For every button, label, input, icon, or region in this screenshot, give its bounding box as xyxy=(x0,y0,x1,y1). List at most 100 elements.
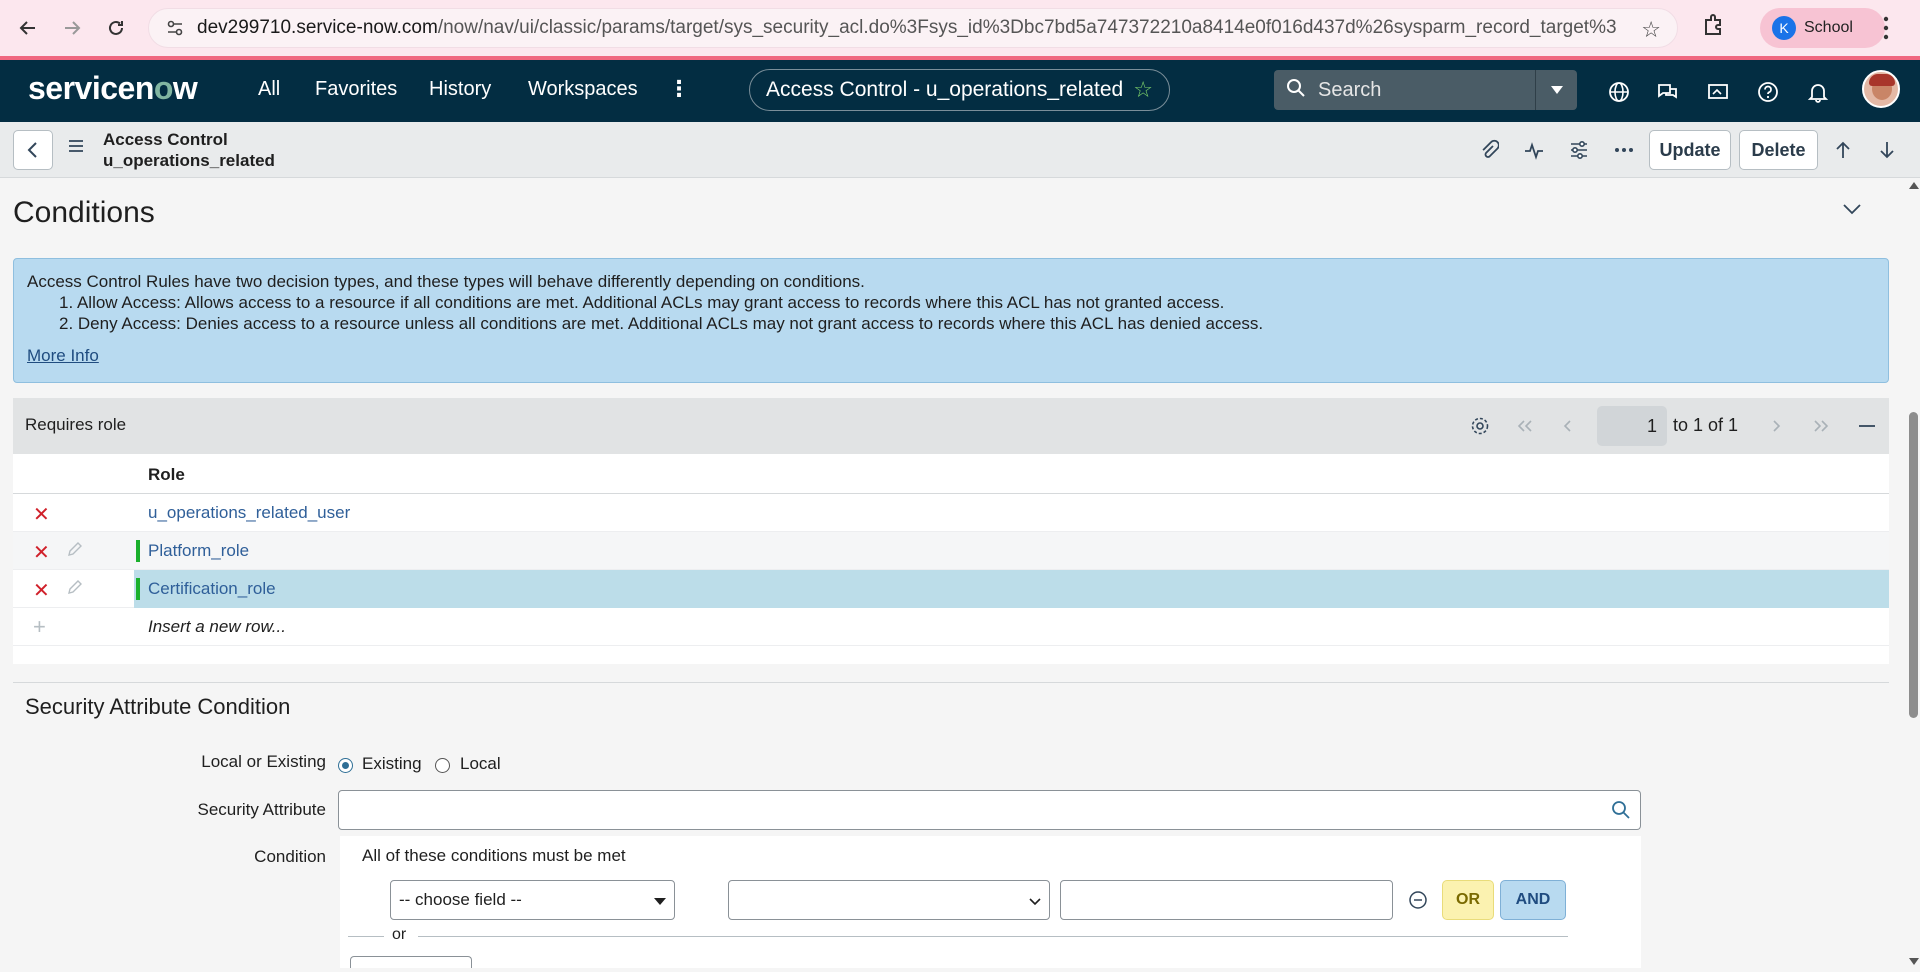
condition-value-input[interactable] xyxy=(1060,880,1393,920)
search-placeholder: Search xyxy=(1318,78,1382,101)
chat-icon[interactable] xyxy=(1654,78,1682,106)
choose-field-select[interactable]: -- choose field -- xyxy=(390,880,675,920)
or-separator-text: or xyxy=(392,926,407,943)
notifications-bell-icon[interactable] xyxy=(1804,78,1832,106)
page-number-input[interactable]: 1 xyxy=(1597,406,1667,446)
remove-condition-icon[interactable] xyxy=(1408,890,1428,915)
last-page-icon[interactable] xyxy=(1809,414,1833,438)
activity-icon[interactable] xyxy=(1520,136,1548,164)
context-title: Access Control - u_operations_related xyxy=(766,78,1124,101)
next-record-icon[interactable] xyxy=(1873,136,1901,164)
browser-toolbar: dev299710.service-now.com/now/nav/ui/cla… xyxy=(0,0,1920,60)
nav-favorites[interactable]: Favorites xyxy=(315,78,397,101)
existing-radio[interactable] xyxy=(338,758,353,773)
nav-more-icon[interactable]: ⋮ xyxy=(668,76,690,102)
reload-icon[interactable] xyxy=(96,8,136,48)
role-column-header[interactable]: Role xyxy=(13,454,1889,494)
previous-record-icon[interactable] xyxy=(1829,136,1857,164)
scroll-thumb[interactable] xyxy=(1909,412,1918,718)
page-scrollbar[interactable] xyxy=(1906,178,1920,968)
profile-label: School xyxy=(1804,19,1853,36)
security-attribute-label: Security Attribute xyxy=(197,800,326,819)
favorite-star-icon[interactable]: ☆ xyxy=(1133,77,1153,103)
next-page-icon[interactable] xyxy=(1765,414,1789,438)
previous-page-icon[interactable] xyxy=(1555,414,1579,438)
security-attribute-input[interactable] xyxy=(338,790,1603,830)
nav-history[interactable]: History xyxy=(429,78,491,101)
nav-all[interactable]: All xyxy=(258,78,280,101)
info-item-allow: 1. Allow Access: Allows access to a reso… xyxy=(59,293,1225,312)
operator-select[interactable] xyxy=(728,880,1050,920)
delete-row-icon[interactable]: ✕ xyxy=(33,540,50,565)
and-button[interactable]: AND xyxy=(1500,880,1566,920)
selected-cell-highlight xyxy=(134,570,1889,608)
choose-field-value: -- choose field -- xyxy=(399,890,522,909)
role-link[interactable]: Certification_role xyxy=(148,579,276,599)
conditions-heading: Conditions xyxy=(13,196,155,229)
role-column-label: Role xyxy=(148,465,185,484)
forward-arrow-icon[interactable] xyxy=(52,8,92,48)
related-list-header: Requires role 1 to 1 of 1 xyxy=(13,398,1889,454)
scroll-up-icon[interactable] xyxy=(1909,182,1919,189)
edit-pencil-icon[interactable] xyxy=(67,579,83,600)
existing-radio-label[interactable]: Existing xyxy=(362,754,422,774)
collapse-chevron-icon[interactable] xyxy=(1842,202,1862,220)
new-row-indicator xyxy=(136,540,140,562)
role-link[interactable]: u_operations_related_user xyxy=(148,503,350,523)
delete-row-icon[interactable]: ✕ xyxy=(33,578,50,603)
table-row: ✕ u_operations_related_user xyxy=(13,494,1889,532)
all-conditions-text: All of these conditions must be met xyxy=(362,846,626,865)
attachment-icon[interactable] xyxy=(1475,136,1503,164)
or-separator-line xyxy=(348,936,384,937)
condition-builder: All of these conditions must be met -- c… xyxy=(340,836,1641,968)
or-separator-line xyxy=(418,936,1568,937)
nav-workspaces[interactable]: Workspaces xyxy=(528,78,638,101)
scroll-down-icon[interactable] xyxy=(1909,958,1919,965)
new-row-indicator xyxy=(136,578,140,600)
servicenow-header: servicenow All Favorites History Workspa… xyxy=(0,60,1920,122)
condition-label: Condition xyxy=(254,847,326,866)
global-search[interactable]: Search xyxy=(1274,70,1577,110)
form-table-label: Access Control xyxy=(103,130,228,149)
form-back-button[interactable] xyxy=(13,130,53,170)
update-button[interactable]: Update xyxy=(1649,130,1731,170)
lookup-search-icon[interactable] xyxy=(1602,790,1641,830)
collapse-list-icon[interactable] xyxy=(1855,414,1879,438)
context-pill[interactable]: Access Control - u_operations_related ☆ xyxy=(749,69,1170,111)
info-item-deny: 2. Deny Access: Denies access to a resou… xyxy=(59,314,1264,333)
local-radio[interactable] xyxy=(435,758,450,773)
page-range-text: to 1 of 1 xyxy=(1673,415,1739,435)
servicenow-logo[interactable]: servicenow xyxy=(28,70,198,107)
edit-pencil-icon[interactable] xyxy=(67,541,83,562)
help-icon[interactable] xyxy=(1754,78,1782,106)
more-options-icon[interactable] xyxy=(1610,136,1638,164)
or-button[interactable]: OR xyxy=(1442,880,1494,920)
add-row-icon[interactable]: + xyxy=(33,614,46,640)
personalize-form-icon[interactable] xyxy=(1565,136,1593,164)
local-or-existing-label: Local or Existing xyxy=(201,752,326,771)
globe-icon[interactable] xyxy=(1605,78,1633,106)
screen-share-icon[interactable] xyxy=(1704,78,1732,106)
search-scope-dropdown-icon[interactable] xyxy=(1535,70,1577,110)
first-page-icon[interactable] xyxy=(1513,414,1537,438)
more-info-link[interactable]: More Info xyxy=(27,345,99,366)
form-context-menu-icon[interactable] xyxy=(68,138,84,159)
list-settings-gear-icon[interactable] xyxy=(1468,414,1492,438)
new-criteria-button[interactable] xyxy=(350,956,472,968)
insert-new-row-text[interactable]: Insert a new row... xyxy=(148,617,286,637)
search-icon xyxy=(1286,78,1306,103)
address-bar[interactable]: dev299710.service-now.com/now/nav/ui/cla… xyxy=(148,8,1678,48)
site-settings-icon[interactable] xyxy=(163,16,187,40)
role-link[interactable]: Platform_role xyxy=(148,541,249,561)
user-avatar[interactable] xyxy=(1862,70,1900,108)
back-arrow-icon[interactable] xyxy=(8,8,48,48)
local-radio-label[interactable]: Local xyxy=(460,754,501,774)
bookmark-star-icon[interactable]: ☆ xyxy=(1641,17,1661,43)
delete-button[interactable]: Delete xyxy=(1739,130,1818,170)
table-row: ✕ Platform_role xyxy=(13,532,1889,570)
extensions-icon[interactable] xyxy=(1700,10,1728,43)
delete-row-icon[interactable]: ✕ xyxy=(33,502,50,527)
browser-menu-icon[interactable] xyxy=(1880,10,1892,51)
profile-chip[interactable]: K School xyxy=(1760,8,1885,48)
insert-row[interactable]: + Insert a new row... xyxy=(13,608,1889,646)
